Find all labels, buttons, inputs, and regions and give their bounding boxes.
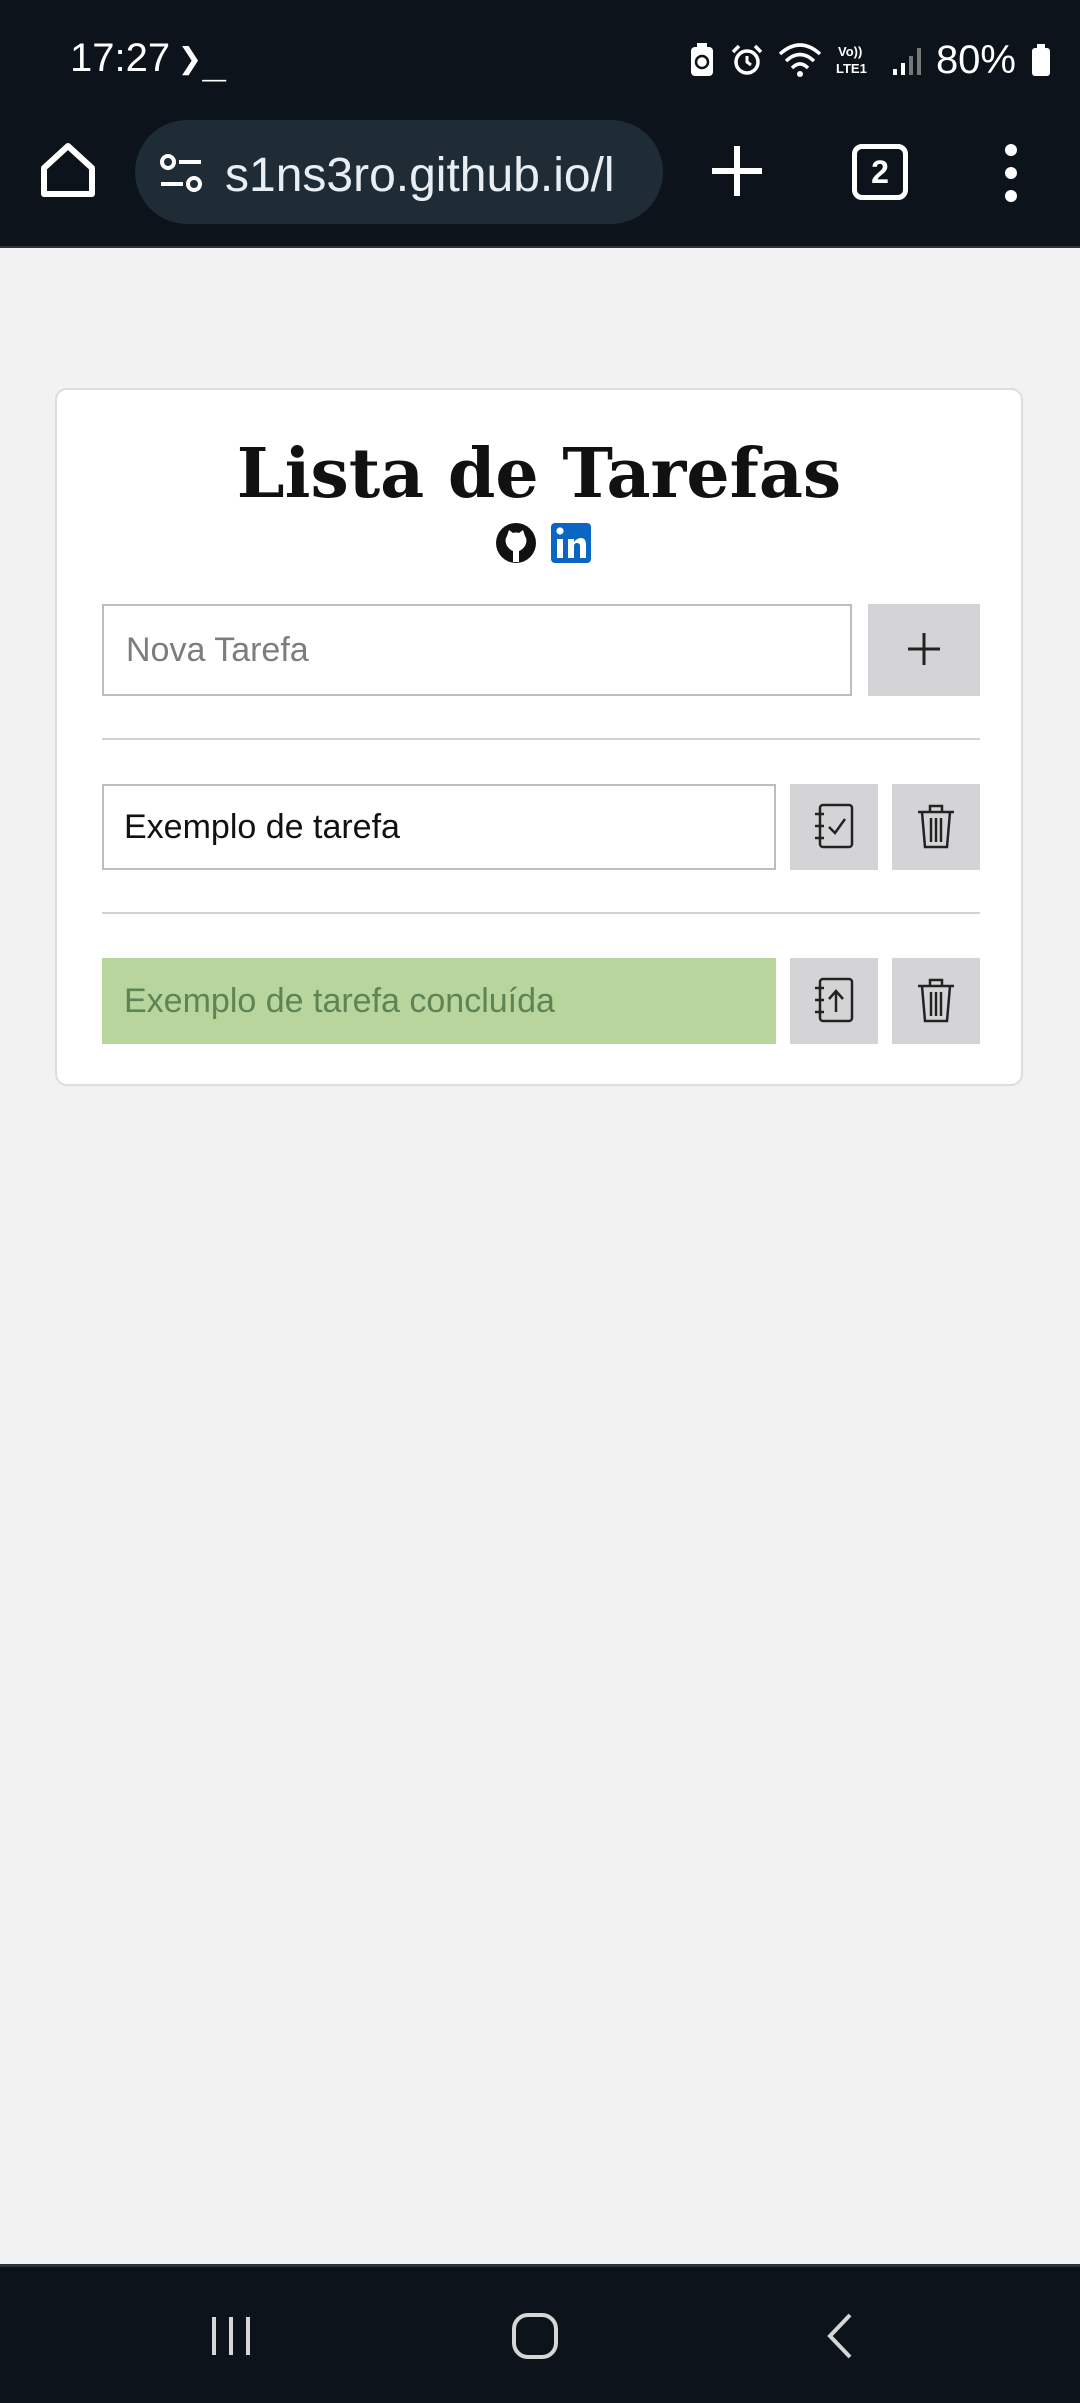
terminal-icon: ❯_ [178,36,227,82]
trash-icon [918,804,954,848]
delete-task-button[interactable] [892,784,980,870]
undo-task-button[interactable] [790,958,878,1044]
task-text[interactable]: Exemplo de tarefa [102,784,776,870]
svg-text:LTE1: LTE1 [836,61,867,76]
battery-saver-icon [690,43,713,76]
status-time: 17:27 [70,36,171,80]
delete-task-button[interactable] [892,958,980,1044]
status-bar: 17:27 ❯_ Vo)) LTE1 80% [0,0,1080,120]
upload-icon [815,977,854,1022]
complete-task-button[interactable] [790,784,878,870]
tab-switcher-button[interactable]: 2 [852,144,908,200]
battery-icon [1032,44,1050,76]
add-task-button[interactable] [868,604,980,696]
plus-icon [908,632,940,665]
divider [102,738,980,740]
trash-icon [918,978,954,1022]
browser-toolbar: s1ns3ro.github.io/l 2 [0,120,1080,248]
wifi-icon [778,43,822,77]
new-tab-icon[interactable] [704,138,770,204]
svg-text:Vo)): Vo)) [838,44,862,59]
divider [102,912,980,914]
status-icons: Vo)) LTE1 80% [688,30,1052,90]
checklist-icon [815,803,854,848]
task-text-completed[interactable]: Exemplo de tarefa concluída [102,958,776,1044]
home-button-icon[interactable] [510,2309,560,2363]
linkedin-icon[interactable] [551,523,591,563]
recent-apps-icon[interactable] [206,2311,256,2361]
more-menu-icon[interactable] [996,140,1026,206]
social-links [496,523,591,563]
todo-card: Lista de Tarefas Exemplo de tarefa [55,388,1023,1086]
address-bar[interactable]: s1ns3ro.github.io/l [135,120,663,224]
back-icon[interactable] [820,2311,860,2361]
page-title: Lista de Tarefas [236,434,842,514]
github-icon[interactable] [496,523,536,563]
volte-icon: Vo)) LTE1 [836,44,867,76]
url-text[interactable]: s1ns3ro.github.io/l [225,148,615,203]
new-task-input[interactable] [102,604,852,696]
alarm-icon [731,44,763,75]
home-icon[interactable] [36,138,100,202]
navigation-bar [0,2264,1080,2403]
signal-icon [892,48,921,75]
battery-percent: 80% [935,37,1016,82]
site-settings-icon[interactable] [157,148,207,198]
